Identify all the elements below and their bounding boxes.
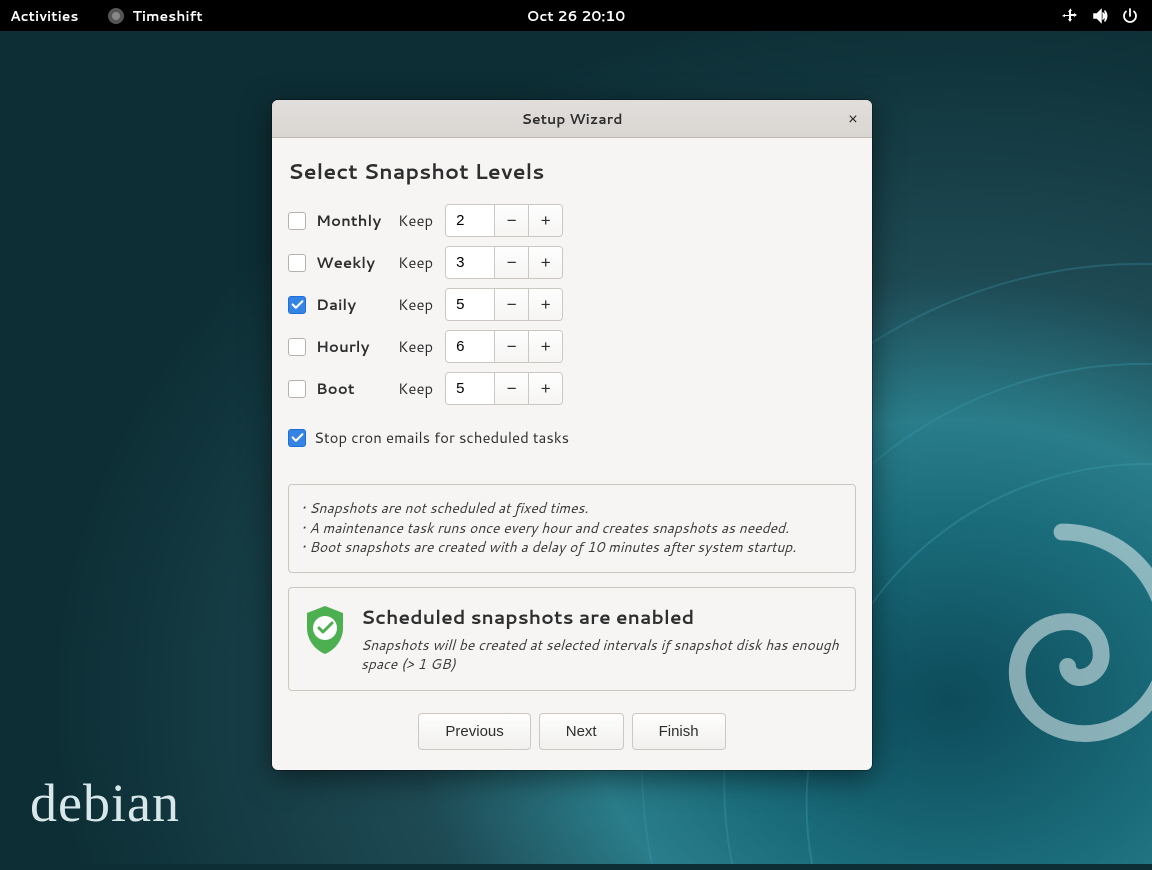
increment-button[interactable]: +	[528, 331, 562, 362]
decrement-button[interactable]: −	[494, 247, 528, 278]
level-checkbox-hourly[interactable]	[288, 338, 306, 356]
minus-icon: −	[507, 211, 517, 231]
level-row-boot: BootKeep−+	[288, 372, 856, 405]
close-button[interactable]: ×	[842, 108, 864, 130]
next-button[interactable]: Next	[539, 713, 624, 750]
info-line: • Boot snapshots are created with a dela…	[301, 538, 843, 558]
debian-swirl-icon	[922, 504, 1152, 784]
keep-input[interactable]	[446, 331, 494, 362]
level-label: Daily	[316, 294, 388, 315]
plus-icon: +	[541, 211, 551, 231]
level-label: Weekly	[316, 252, 388, 273]
close-icon: ×	[848, 107, 858, 130]
cron-emails-checkbox[interactable]	[288, 429, 306, 447]
level-checkbox-weekly[interactable]	[288, 254, 306, 272]
setup-wizard-dialog: Setup Wizard × Select Snapshot Levels Mo…	[272, 100, 872, 770]
previous-button[interactable]: Previous	[418, 713, 530, 750]
window-title: Setup Wizard	[522, 109, 623, 129]
keep-spinbox-boot: −+	[445, 372, 563, 405]
keep-input[interactable]	[446, 205, 494, 236]
page-heading: Select Snapshot Levels	[288, 156, 856, 186]
snapshot-levels-list: MonthlyKeep−+WeeklyKeep−+DailyKeep−+Hour…	[288, 204, 856, 405]
status-box: Scheduled snapshots are enabled Snapshot…	[288, 587, 856, 691]
level-row-monthly: MonthlyKeep−+	[288, 204, 856, 237]
plus-icon: +	[541, 379, 551, 399]
keep-label: Keep	[398, 336, 433, 357]
keep-input[interactable]	[446, 373, 494, 404]
top-bar: Activities Timeshift Oct 26 20:10	[0, 0, 1152, 31]
increment-button[interactable]: +	[528, 247, 562, 278]
activities-button[interactable]: Activities	[10, 6, 78, 26]
plus-icon: +	[541, 295, 551, 315]
minus-icon: −	[507, 253, 517, 273]
keep-spinbox-daily: −+	[445, 288, 563, 321]
level-row-hourly: HourlyKeep−+	[288, 330, 856, 363]
level-checkbox-monthly[interactable]	[288, 212, 306, 230]
timeshift-app-icon	[108, 8, 124, 24]
keep-label: Keep	[398, 252, 433, 273]
volume-icon[interactable]	[1092, 8, 1108, 24]
status-title: Scheduled snapshots are enabled	[361, 604, 841, 631]
keep-spinbox-weekly: −+	[445, 246, 563, 279]
increment-button[interactable]: +	[528, 373, 562, 404]
shield-check-icon	[303, 604, 347, 656]
level-checkbox-daily[interactable]	[288, 296, 306, 314]
keep-input[interactable]	[446, 247, 494, 278]
info-box: • Snapshots are not scheduled at fixed t…	[288, 484, 856, 573]
plus-icon: +	[541, 337, 551, 357]
keep-label: Keep	[398, 294, 433, 315]
decrement-button[interactable]: −	[494, 331, 528, 362]
keep-spinbox-hourly: −+	[445, 330, 563, 363]
minus-icon: −	[507, 337, 517, 357]
keep-input[interactable]	[446, 289, 494, 320]
info-line: • A maintenance task runs once every hou…	[301, 519, 843, 539]
decrement-button[interactable]: −	[494, 289, 528, 320]
level-row-weekly: WeeklyKeep−+	[288, 246, 856, 279]
active-app-name: Timeshift	[132, 6, 202, 26]
increment-button[interactable]: +	[528, 205, 562, 236]
level-label: Boot	[316, 378, 388, 399]
increment-button[interactable]: +	[528, 289, 562, 320]
status-description: Snapshots will be created at selected in…	[361, 636, 841, 674]
finish-button[interactable]: Finish	[632, 713, 726, 750]
minus-icon: −	[507, 379, 517, 399]
cron-emails-label: Stop cron emails for scheduled tasks	[314, 427, 569, 448]
level-checkbox-boot[interactable]	[288, 380, 306, 398]
level-label: Monthly	[316, 210, 388, 231]
keep-spinbox-monthly: −+	[445, 204, 563, 237]
titlebar[interactable]: Setup Wizard ×	[272, 100, 872, 138]
clock[interactable]: Oct 26 20:10	[527, 6, 626, 26]
decrement-button[interactable]: −	[494, 205, 528, 236]
level-row-daily: DailyKeep−+	[288, 288, 856, 321]
minus-icon: −	[507, 295, 517, 315]
decrement-button[interactable]: −	[494, 373, 528, 404]
info-line: • Snapshots are not scheduled at fixed t…	[301, 499, 843, 519]
keep-label: Keep	[398, 378, 433, 399]
level-label: Hourly	[316, 336, 388, 357]
power-icon[interactable]	[1122, 8, 1138, 24]
keep-label: Keep	[398, 210, 433, 231]
active-app-indicator[interactable]: Timeshift	[108, 6, 202, 26]
debian-wordmark: debian	[30, 772, 180, 834]
plus-icon: +	[541, 253, 551, 273]
wizard-button-row: Previous Next Finish	[288, 713, 856, 754]
network-icon[interactable]	[1062, 8, 1078, 24]
